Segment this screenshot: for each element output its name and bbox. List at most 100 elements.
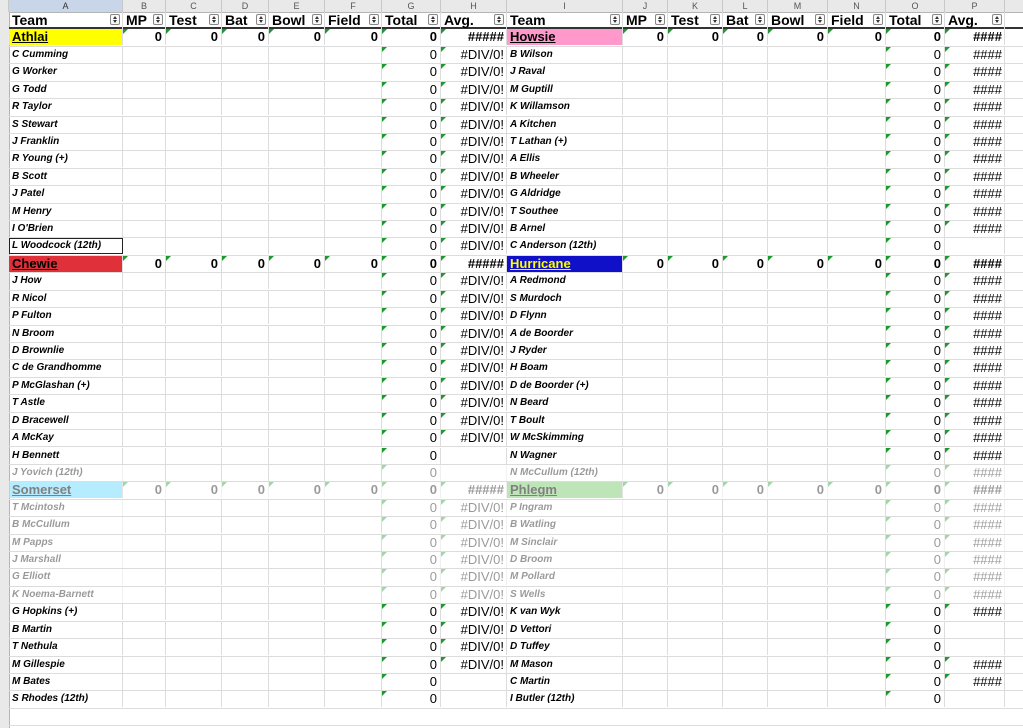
stat-cell[interactable] (325, 168, 382, 185)
stat-cell[interactable] (166, 534, 222, 551)
team-stat-cell[interactable]: 0 (325, 482, 382, 499)
stat-cell[interactable] (123, 290, 166, 307)
player-avg-cell[interactable]: #### (945, 46, 1005, 63)
player-name-cell[interactable]: M Gillespie (9, 656, 123, 673)
player-total-cell[interactable]: 0 (886, 64, 945, 81)
stat-cell[interactable] (828, 691, 886, 708)
stat-cell[interactable] (768, 342, 828, 359)
player-total-cell[interactable]: 0 (886, 552, 945, 569)
player-name-cell[interactable]: N Wagner (507, 447, 623, 464)
player-name-cell[interactable]: M Henry (9, 203, 123, 220)
stat-cell[interactable] (723, 604, 768, 621)
player-avg-cell[interactable]: #### (945, 604, 1005, 621)
team-stat-cell[interactable]: 0 (325, 255, 382, 272)
player-avg-cell[interactable]: #DIV/0! (441, 569, 507, 586)
stat-cell[interactable] (123, 203, 166, 220)
player-total-cell[interactable]: 0 (886, 430, 945, 447)
stat-cell[interactable] (723, 168, 768, 185)
stat-cell[interactable] (668, 569, 723, 586)
stat-cell[interactable] (723, 203, 768, 220)
stat-cell[interactable] (668, 691, 723, 708)
stat-cell[interactable] (269, 534, 325, 551)
player-name-cell[interactable]: G Aldridge (507, 186, 623, 203)
player-total-cell[interactable]: 0 (382, 360, 441, 377)
stat-cell[interactable] (828, 46, 886, 63)
stat-cell[interactable] (623, 499, 668, 516)
player-avg-cell[interactable]: #### (945, 656, 1005, 673)
player-name-cell[interactable]: B Wilson (507, 46, 623, 63)
team-stat-cell[interactable]: 0 (723, 29, 768, 46)
stat-cell[interactable] (123, 273, 166, 290)
player-total-cell[interactable]: 0 (382, 621, 441, 638)
stat-cell[interactable] (123, 81, 166, 98)
player-total-cell[interactable]: 0 (382, 99, 441, 116)
player-name-cell[interactable]: G Elliott (9, 569, 123, 586)
team-stat-cell[interactable]: 0 (828, 255, 886, 272)
stat-cell[interactable] (269, 656, 325, 673)
stat-cell[interactable] (768, 203, 828, 220)
stat-cell[interactable] (166, 604, 222, 621)
stat-cell[interactable] (768, 412, 828, 429)
stat-cell[interactable] (269, 186, 325, 203)
filter-dropdown-icon[interactable] (312, 14, 322, 25)
stat-cell[interactable] (668, 412, 723, 429)
stat-cell[interactable] (723, 517, 768, 534)
stat-cell[interactable] (623, 151, 668, 168)
stat-cell[interactable] (222, 203, 269, 220)
stat-cell[interactable] (723, 586, 768, 603)
column-letter-b[interactable]: B (123, 0, 166, 12)
player-total-cell[interactable]: 0 (886, 569, 945, 586)
stat-cell[interactable] (768, 569, 828, 586)
stat-cell[interactable] (222, 46, 269, 63)
player-avg-cell[interactable]: #DIV/0! (441, 360, 507, 377)
stat-cell[interactable] (123, 621, 166, 638)
player-avg-cell[interactable] (441, 673, 507, 690)
stat-cell[interactable] (623, 691, 668, 708)
column-letter-d[interactable]: D (222, 0, 269, 12)
stat-cell[interactable] (723, 46, 768, 63)
stat-cell[interactable] (325, 46, 382, 63)
player-name-cell[interactable]: S Wells (507, 586, 623, 603)
filter-dropdown-icon[interactable] (815, 14, 825, 25)
stat-cell[interactable] (166, 395, 222, 412)
stat-cell[interactable] (623, 639, 668, 656)
player-avg-cell[interactable]: #DIV/0! (441, 604, 507, 621)
stat-cell[interactable] (723, 621, 768, 638)
stat-cell[interactable] (222, 151, 269, 168)
stat-cell[interactable] (166, 203, 222, 220)
stat-cell[interactable] (723, 308, 768, 325)
stat-cell[interactable] (723, 395, 768, 412)
player-total-cell[interactable]: 0 (886, 308, 945, 325)
stat-cell[interactable] (623, 325, 668, 342)
player-total-cell[interactable]: 0 (382, 395, 441, 412)
player-name-cell[interactable]: B Arnel (507, 221, 623, 238)
player-name-cell[interactable]: R Taylor (9, 99, 123, 116)
stat-cell[interactable] (222, 412, 269, 429)
player-name-cell[interactable]: G Todd (9, 81, 123, 98)
stat-cell[interactable] (269, 360, 325, 377)
stat-cell[interactable] (828, 64, 886, 81)
stat-cell[interactable] (668, 116, 723, 133)
stat-cell[interactable] (123, 395, 166, 412)
player-avg-cell[interactable]: #### (945, 377, 1005, 394)
stat-cell[interactable] (723, 186, 768, 203)
stat-cell[interactable] (828, 552, 886, 569)
stat-cell[interactable] (623, 308, 668, 325)
player-avg-cell[interactable]: #### (945, 395, 1005, 412)
stat-cell[interactable] (668, 586, 723, 603)
stat-cell[interactable] (828, 203, 886, 220)
player-avg-cell[interactable]: #DIV/0! (441, 290, 507, 307)
player-total-cell[interactable]: 0 (886, 342, 945, 359)
player-avg-cell[interactable]: #### (945, 517, 1005, 534)
stat-cell[interactable] (623, 46, 668, 63)
stat-cell[interactable] (222, 395, 269, 412)
player-avg-cell[interactable]: #DIV/0! (441, 308, 507, 325)
stat-cell[interactable] (222, 430, 269, 447)
stat-cell[interactable] (623, 517, 668, 534)
stat-cell[interactable] (325, 151, 382, 168)
filter-dropdown-icon[interactable] (110, 14, 120, 25)
player-name-cell[interactable]: T Lathan (+) (507, 133, 623, 150)
player-total-cell[interactable]: 0 (886, 99, 945, 116)
stat-cell[interactable] (222, 168, 269, 185)
stat-cell[interactable] (828, 116, 886, 133)
